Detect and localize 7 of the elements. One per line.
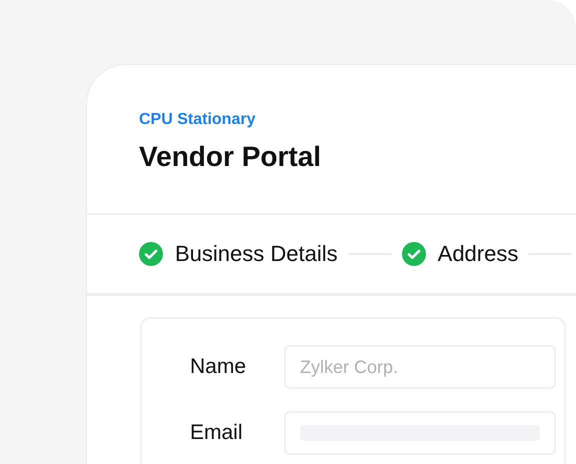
portal-title: Vendor Portal — [139, 141, 322, 173]
step-label: Business Details — [175, 241, 338, 267]
field-label: Email — [190, 421, 244, 445]
step-label: Address — [438, 241, 518, 267]
field-label: Name — [190, 355, 248, 379]
input-field[interactable]: Zylker Corp. — [284, 345, 556, 389]
organization-name: CPU Stationary — [139, 111, 256, 129]
